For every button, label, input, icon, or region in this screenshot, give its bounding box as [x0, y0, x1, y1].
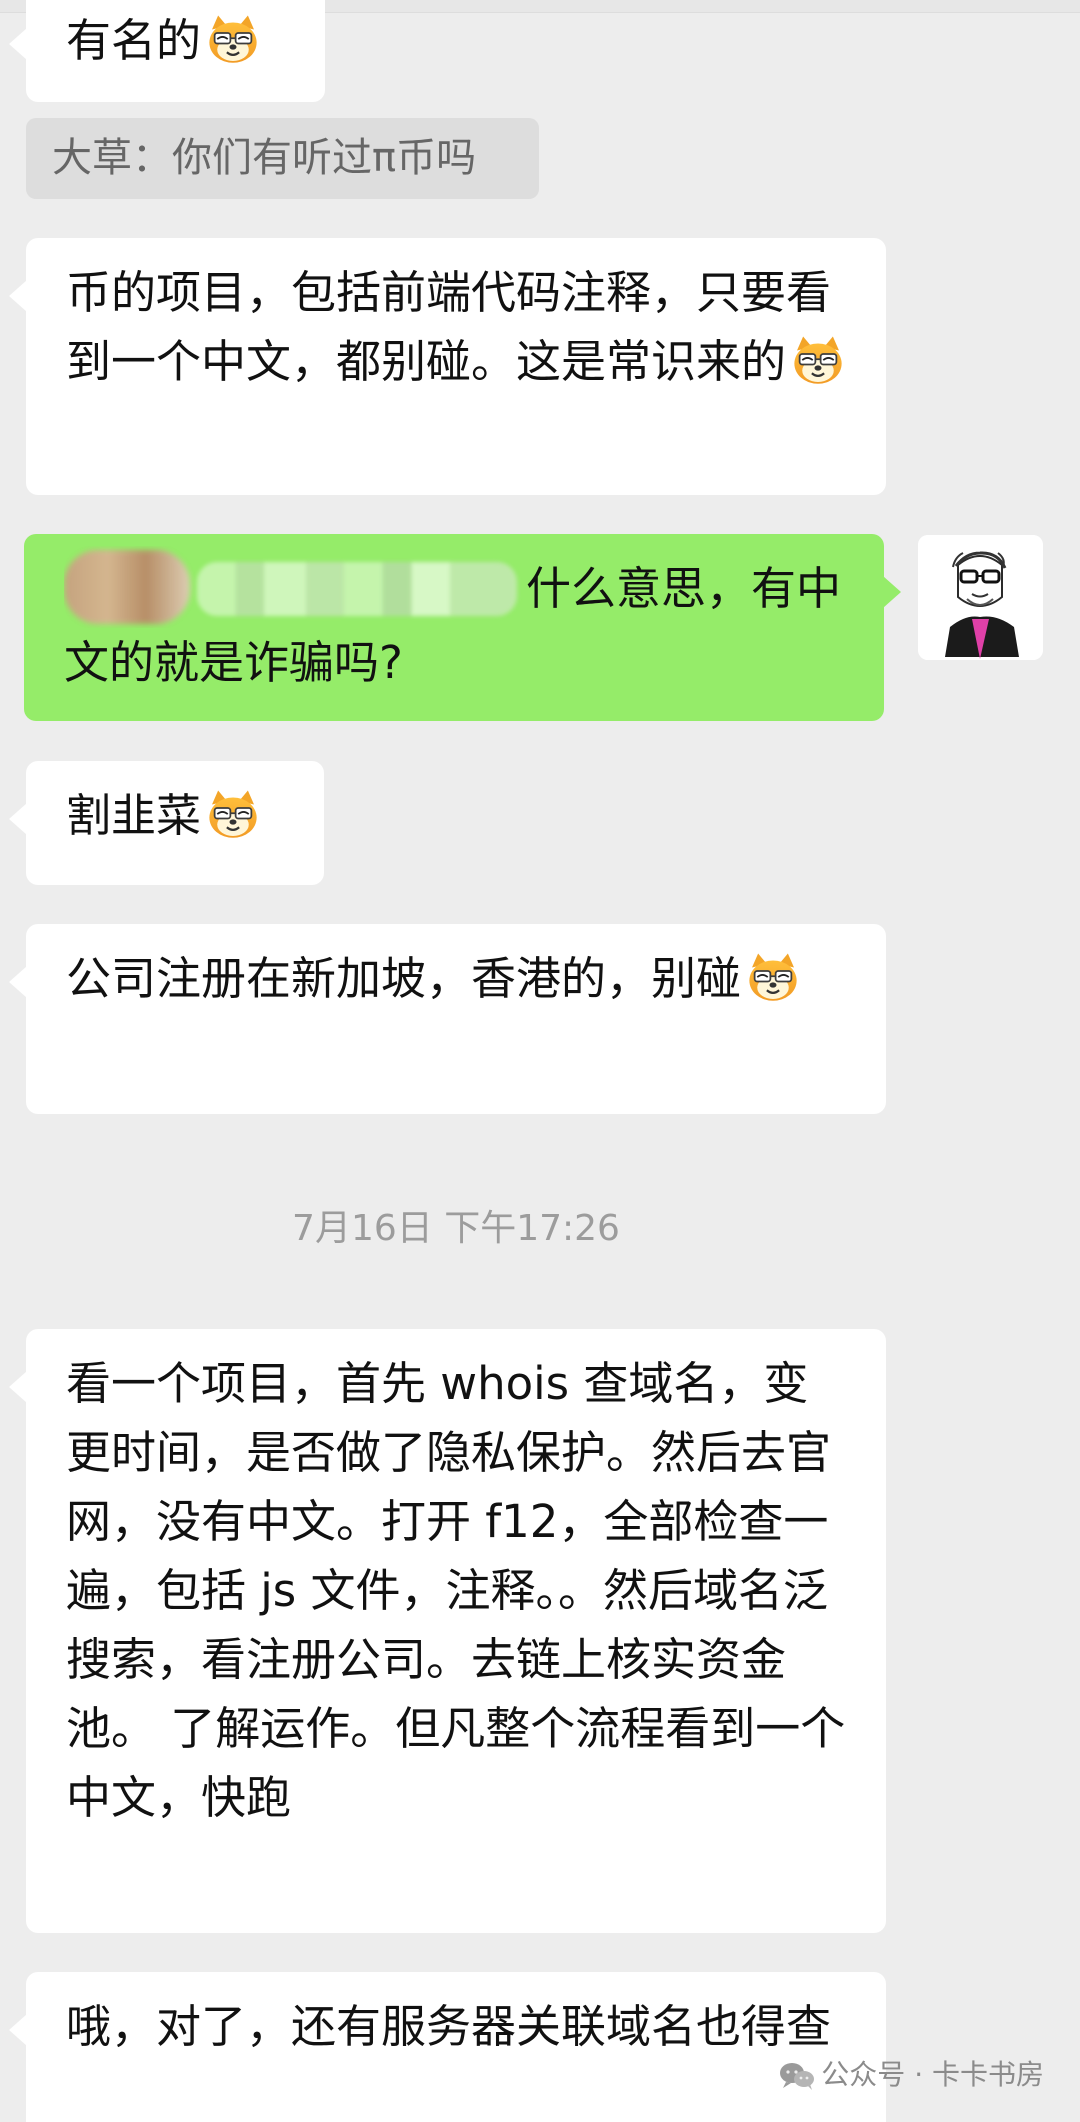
watermark: 公众号 · 卡卡书房 [777, 2055, 1044, 2095]
message-text: 看一个项目，首先 whois 查域名，变更时间，是否做了隐私保护。然后去官网，没… [66, 1357, 846, 1824]
doge-emoji-icon [205, 787, 261, 843]
message-bubble[interactable]: 割韭菜 [9, 761, 324, 885]
avatar-portrait [918, 535, 1043, 660]
message-text: 有名的 [66, 14, 202, 67]
quoted-text: 大草：你们有听过π币吗 [52, 135, 477, 181]
doge-emoji-icon [205, 12, 261, 68]
my-message-bubble[interactable]: 什么意思，有中文的就是诈骗吗? [24, 534, 901, 721]
quoted-message[interactable]: 大草：你们有听过π币吗 [26, 118, 539, 199]
wechat-icon [777, 2060, 817, 2092]
message-text: 割韭菜 [66, 789, 202, 842]
message-text: 币的项目，包括前端代码注释，只要看到一个中文，都别碰。这是常识来的 [66, 266, 832, 388]
doge-emoji-icon [790, 333, 846, 389]
chat-timestamp: 7月16日 下午17:26 [292, 1208, 620, 1249]
redacted-name-image [64, 546, 522, 628]
message-text: 哦，对了，还有服务器关联域名也得查 [66, 2000, 832, 2053]
message-bubble[interactable]: 看一个项目，首先 whois 查域名，变更时间，是否做了隐私保护。然后去官网，没… [9, 1329, 886, 1933]
watermark-text: 公众号 · 卡卡书房 [821, 2058, 1044, 2091]
message-bubble[interactable]: 币的项目，包括前端代码注释，只要看到一个中文，都别碰。这是常识来的 [9, 238, 886, 495]
message-bubble-top[interactable]: 有名的 [9, 0, 325, 102]
chat-screen: 有名的 大草：你们有听过π币吗 币的项目，包括前端代码注释，只要看到一个中文，都… [0, 0, 1080, 2122]
avatar[interactable] [918, 535, 1043, 660]
message-bubble[interactable]: 公司注册在新加坡，香港的，别碰 [9, 924, 886, 1114]
message-text: 公司注册在新加坡，香港的，别碰 [66, 952, 742, 1005]
message-bubble-bottom[interactable]: 哦，对了，还有服务器关联域名也得查 [9, 1972, 886, 2122]
doge-emoji-icon [745, 950, 801, 1006]
